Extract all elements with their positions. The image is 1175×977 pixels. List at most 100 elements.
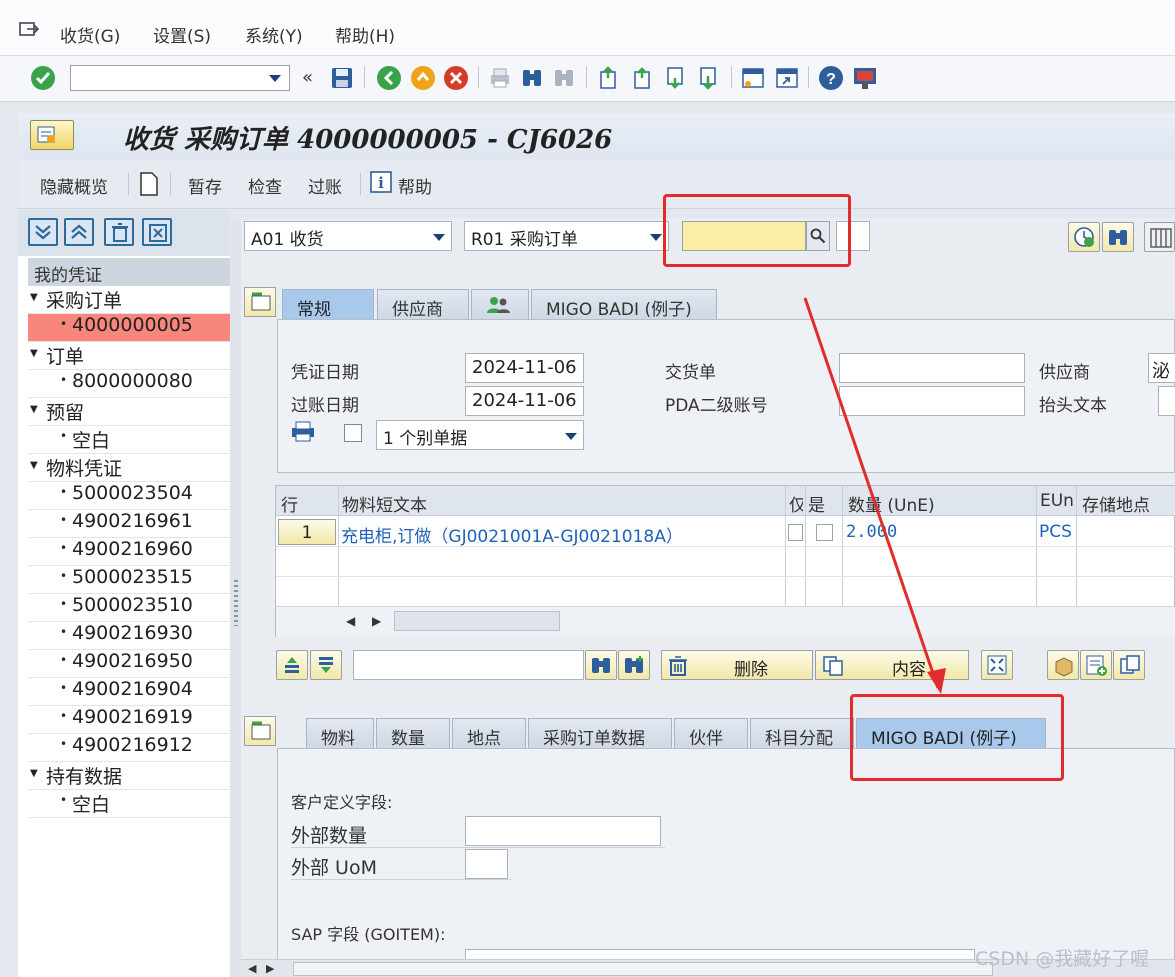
posting-date-field[interactable]: 2024-11-06: [465, 386, 584, 416]
detail-tab[interactable]: 伙伴: [674, 718, 748, 749]
scroll-right-icon[interactable]: ▶: [372, 614, 381, 628]
next-page-icon[interactable]: [664, 66, 688, 90]
hold-button[interactable]: 暂存: [188, 173, 222, 198]
find-item-button[interactable]: [585, 650, 617, 680]
menu-goods-receipt[interactable]: 收货(G): [60, 22, 120, 47]
previous-page-icon[interactable]: [631, 66, 655, 90]
save-icon[interactable]: [330, 66, 354, 90]
tree-item[interactable]: • 4900216912: [28, 734, 230, 762]
expand-all-button[interactable]: [28, 218, 58, 246]
tree-item[interactable]: • 5000023504: [28, 482, 230, 510]
tree-item[interactable]: • 空白: [28, 426, 230, 454]
external-quantity-field[interactable]: [465, 816, 661, 846]
tree-folder[interactable]: ▼ 预留: [28, 398, 230, 426]
detail-tab[interactable]: 采购订单数据: [528, 718, 672, 749]
customize-layout-icon[interactable]: [852, 65, 878, 91]
select-all-button[interactable]: [276, 650, 308, 680]
tree-item[interactable]: • 5000023515: [28, 566, 230, 594]
tree-item[interactable]: • 4900216961: [28, 510, 230, 538]
batch-button[interactable]: [1047, 650, 1079, 680]
tree-item[interactable]: • 4900216950: [28, 650, 230, 678]
reference-select[interactable]: R01 采购订单: [464, 221, 669, 251]
find-next-item-button[interactable]: [618, 650, 650, 680]
command-field[interactable]: [70, 65, 290, 91]
close-overview-button[interactable]: [142, 218, 172, 246]
menu-system[interactable]: 系统(Y): [245, 22, 303, 47]
hide-overview-button[interactable]: 隐藏概览: [40, 173, 108, 198]
exit-icon[interactable]: [18, 20, 40, 40]
enter-check-icon[interactable]: [30, 65, 56, 91]
exit-circle-icon[interactable]: [410, 65, 436, 91]
collapse-all-button[interactable]: [64, 218, 94, 246]
last-page-icon[interactable]: [697, 66, 721, 90]
back-icon[interactable]: [376, 65, 402, 91]
tree-item[interactable]: • 空白: [28, 790, 230, 818]
tree-item[interactable]: • 4900216960: [28, 538, 230, 566]
table-scrollbar[interactable]: ◀ ▶: [276, 606, 1175, 637]
expand-icon: [35, 225, 51, 240]
row-unit[interactable]: PCS: [1039, 522, 1072, 542]
tree-folder[interactable]: ▼ 订单: [28, 342, 230, 370]
header-text-field[interactable]: [1158, 386, 1175, 416]
scroll-thumb[interactable]: [394, 611, 560, 631]
new-session-icon[interactable]: [741, 66, 765, 90]
tree-item[interactable]: • 4900216930: [28, 622, 230, 650]
document-date-field[interactable]: 2024-11-06: [465, 353, 584, 383]
overview-toggle-button[interactable]: [30, 120, 74, 150]
vendor-field[interactable]: 泌: [1148, 353, 1175, 383]
header-tab[interactable]: 供应商: [377, 289, 469, 320]
collapse-header-button[interactable]: [244, 287, 276, 317]
help-button[interactable]: 帮助: [398, 173, 432, 198]
detail-tab[interactable]: 物料: [306, 718, 374, 749]
detail-tab[interactable]: 数量: [376, 718, 450, 749]
tree-folder[interactable]: ▼ 持有数据: [28, 762, 230, 790]
menu-settings[interactable]: 设置(S): [153, 22, 211, 47]
check-button[interactable]: 检查: [248, 173, 282, 198]
scroll-right-icon[interactable]: ▶: [266, 962, 274, 975]
external-uom-field[interactable]: [465, 849, 508, 879]
menu-help[interactable]: 帮助(H): [335, 22, 395, 47]
expand-item-button[interactable]: [981, 650, 1013, 680]
tree-folder[interactable]: ▼ 物料凭证: [28, 454, 230, 482]
add-line-button[interactable]: [1080, 650, 1112, 680]
splitter-handle[interactable]: [231, 218, 241, 977]
layout-button[interactable]: [1144, 222, 1175, 252]
collapse-detail-button[interactable]: [244, 716, 276, 746]
execute-button[interactable]: [1068, 222, 1100, 252]
tree-item[interactable]: • 5000023510: [28, 594, 230, 622]
first-page-icon[interactable]: [597, 66, 621, 90]
tree-item[interactable]: • 4000000005: [28, 314, 230, 342]
detail-tab[interactable]: 地点: [452, 718, 526, 749]
tree-item[interactable]: • 8000000080: [28, 370, 230, 398]
copy-line-button[interactable]: [1113, 650, 1145, 680]
find-button[interactable]: [1102, 222, 1134, 252]
tree-node-label: 订单: [46, 346, 85, 368]
item-search-input[interactable]: [353, 650, 584, 680]
cancel-icon[interactable]: [443, 65, 469, 91]
row-selector[interactable]: 1: [278, 519, 336, 545]
tree-folder[interactable]: ▼ 采购订单: [28, 286, 230, 314]
help-icon[interactable]: ?: [818, 65, 844, 91]
collapse-icon[interactable]: «: [302, 67, 313, 88]
row-short-text[interactable]: 充电柜,订做（GJ0021001A-GJ0021018A）: [341, 522, 683, 547]
header-tab[interactable]: 常规: [282, 289, 374, 320]
delete-overview-button[interactable]: [104, 218, 134, 246]
scroll-thumb[interactable]: [293, 962, 993, 976]
info-icon[interactable]: i: [370, 171, 392, 193]
find-icon[interactable]: [520, 66, 544, 90]
header-tab[interactable]: MIGO BADI (例子): [531, 289, 717, 320]
scroll-left-icon[interactable]: ◀: [248, 962, 256, 975]
detail-tab[interactable]: 科目分配: [750, 718, 854, 749]
chevron-down-icon[interactable]: [269, 75, 281, 82]
scroll-left-icon[interactable]: ◀: [346, 614, 355, 628]
tree-item[interactable]: • 4900216919: [28, 706, 230, 734]
tree-item[interactable]: • 4900216904: [28, 678, 230, 706]
new-document-icon[interactable]: [138, 171, 160, 197]
deselect-all-button[interactable]: [310, 650, 342, 680]
shortcut-icon[interactable]: [775, 66, 799, 90]
header-tab[interactable]: [471, 289, 529, 319]
print-option-select[interactable]: 1 个别单据: [376, 420, 584, 450]
post-button[interactable]: 过账: [308, 173, 342, 198]
action-select[interactable]: A01 收货: [244, 221, 452, 251]
print-checkbox[interactable]: [344, 424, 362, 442]
